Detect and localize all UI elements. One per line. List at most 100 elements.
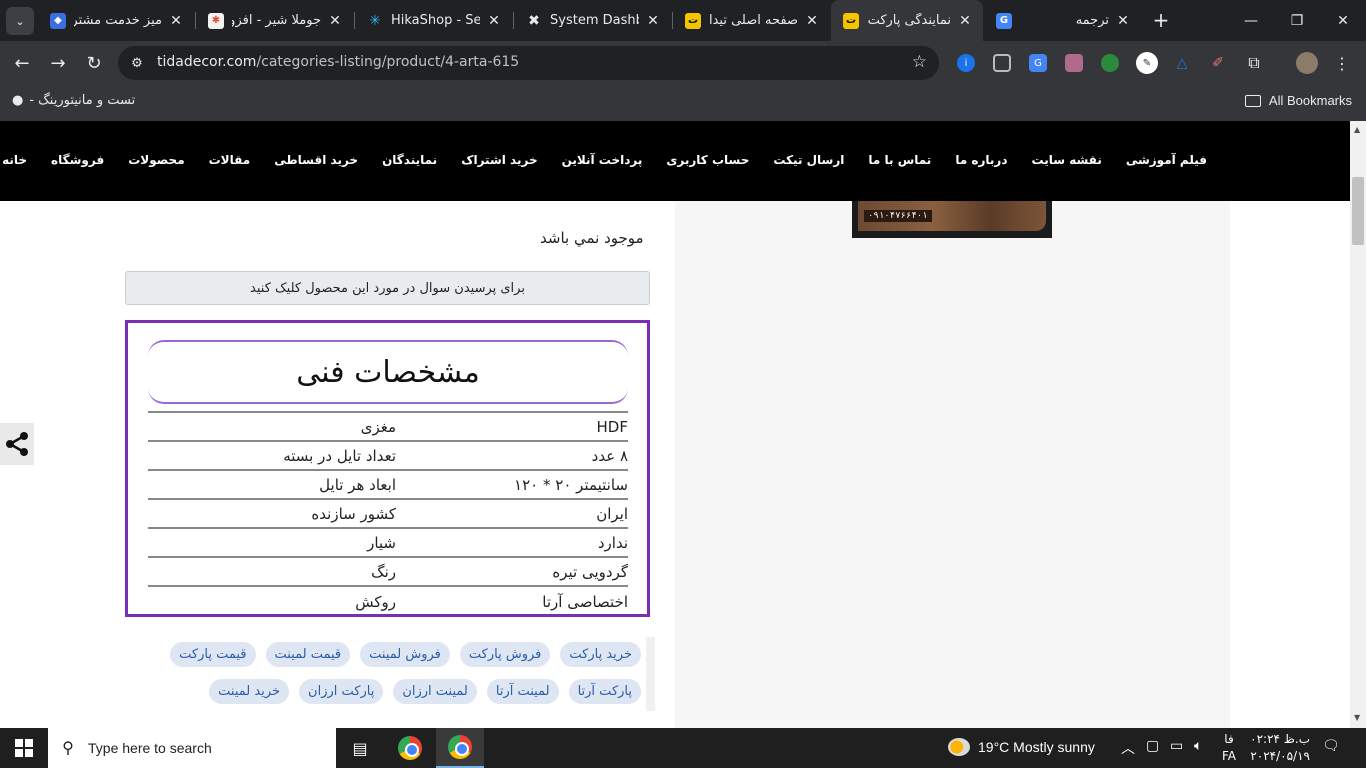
meet-icon[interactable]: ▢ bbox=[1146, 738, 1159, 754]
tab-hikashop[interactable]: ✳ HikaShop - Search ✕ bbox=[355, 0, 512, 41]
tab-title: جوملا شیر - افزونه bbox=[232, 13, 321, 28]
extension-icon[interactable] bbox=[993, 54, 1011, 72]
menu-item[interactable]: فیلم آموزشی bbox=[1126, 153, 1207, 167]
menu-item[interactable]: خرید اقساطی bbox=[274, 153, 358, 167]
translate-extension-icon[interactable]: G bbox=[1029, 54, 1047, 72]
page-scrollbar[interactable]: ▲ ▼ bbox=[1350, 121, 1366, 728]
clock[interactable]: ب.ظ ۰۲:۲۴ ۲۰۲۴/۰۵/۱۹ bbox=[1250, 731, 1310, 765]
language-indicator[interactable]: فا FA bbox=[1222, 731, 1236, 765]
close-window-button[interactable]: ✕ bbox=[1320, 0, 1366, 41]
spec-key: رنگ bbox=[371, 562, 396, 581]
tab-parket-agency[interactable]: ت نمایندگی پارکت لمینت ✕ bbox=[831, 0, 983, 41]
tag-link[interactable]: قیمت لمینت bbox=[265, 642, 351, 667]
site-info-icon[interactable]: ⚙ bbox=[126, 52, 148, 74]
scroll-up-icon[interactable]: ▲ bbox=[1354, 125, 1360, 134]
tab-system-dashboard[interactable]: ✖ System Dashboard ✕ bbox=[514, 0, 671, 41]
tab-joomla-share[interactable]: ✱ جوملا شیر - افزونه ✕ bbox=[196, 0, 353, 41]
profile-avatar[interactable] bbox=[1296, 52, 1318, 74]
tab-title: System Dashboard bbox=[550, 13, 639, 28]
close-icon[interactable]: ✕ bbox=[955, 11, 975, 31]
close-icon[interactable]: ✕ bbox=[325, 11, 345, 31]
scroll-down-icon[interactable]: ▼ bbox=[1354, 713, 1360, 722]
site-navbar: خانه فروشگاه محصولات مقالات خرید اقساطی نماین… bbox=[0, 121, 1350, 201]
tag-link[interactable]: خرید لمینت bbox=[209, 679, 290, 704]
bookmarks-bar: تست و مانیتورینگ - ● All Bookmarks bbox=[0, 85, 1366, 121]
folder-icon bbox=[1244, 94, 1261, 107]
tag-link[interactable]: پارکت آرتا bbox=[568, 679, 641, 704]
close-icon[interactable]: ✕ bbox=[643, 11, 663, 31]
weather-widget[interactable]: 19°C Mostly sunny bbox=[948, 738, 1095, 756]
restore-button[interactable]: ❐ bbox=[1274, 0, 1320, 41]
battery-icon[interactable]: ▭ bbox=[1170, 738, 1183, 754]
scroll-thumb[interactable] bbox=[1352, 177, 1364, 245]
tag-link[interactable]: فروش پارکت bbox=[459, 642, 551, 667]
menu-item[interactable]: ارسال تیکت bbox=[773, 153, 844, 167]
menu-item[interactable]: پرداخت آنلاین bbox=[562, 153, 643, 167]
task-view-icon[interactable]: ▤ bbox=[336, 728, 384, 768]
share-icon bbox=[6, 432, 28, 456]
tab-translate[interactable]: G ترجمه ✕ bbox=[984, 0, 1141, 41]
reload-button[interactable]: ↻ bbox=[80, 49, 108, 77]
tag-link[interactable]: خرید پارکت bbox=[560, 642, 641, 667]
all-bookmarks-label: All Bookmarks bbox=[1268, 93, 1352, 108]
start-button[interactable] bbox=[0, 728, 48, 768]
volume-icon[interactable]: 🔈︎ bbox=[1194, 738, 1202, 754]
menu-item[interactable]: خانه bbox=[2, 153, 27, 167]
show-hidden-icons[interactable]: ︿ bbox=[1121, 738, 1135, 758]
url-text[interactable]: tidadecor.com/categories-listing/product… bbox=[157, 54, 519, 70]
extensions-puzzle-icon[interactable]: ⧉ bbox=[1245, 53, 1263, 72]
close-icon[interactable]: ✕ bbox=[166, 11, 186, 31]
spec-row: سانتیمتر ۲۰ * ۱۲۰ ابعاد هر تایل bbox=[148, 471, 628, 500]
drive-extension-icon[interactable]: △ bbox=[1173, 54, 1191, 72]
menu-kebab-icon[interactable]: ⋮ bbox=[1333, 54, 1351, 73]
tab-tida-home[interactable]: ت صفحه اصلی تیدا ✕ bbox=[673, 0, 830, 41]
extension-icon[interactable]: i bbox=[957, 54, 975, 72]
notification-icon[interactable]: 🗨︎ bbox=[1322, 738, 1340, 754]
x-logo-icon: ✖ bbox=[528, 12, 540, 29]
spec-value: ۸ عدد bbox=[591, 446, 628, 465]
extension-icon[interactable] bbox=[1065, 54, 1083, 72]
contact-banner[interactable]: ۰۹۱۰۴۷۶۶۴۰۱ bbox=[852, 201, 1052, 238]
minimize-button[interactable]: — bbox=[1228, 0, 1274, 41]
share-button[interactable] bbox=[0, 423, 34, 465]
menu-item[interactable]: خرید اشتراک bbox=[461, 153, 537, 167]
spec-key: مغزی bbox=[360, 417, 396, 436]
menu-item[interactable]: نقشه سایت bbox=[1032, 153, 1102, 167]
tag-link[interactable]: فروش لمینت bbox=[360, 642, 450, 667]
color-picker-icon[interactable]: ✐ bbox=[1209, 54, 1227, 72]
menu-item[interactable]: حساب کاربری bbox=[666, 153, 749, 167]
menu-item[interactable]: محصولات bbox=[128, 153, 184, 167]
new-tab-button[interactable]: + bbox=[1150, 8, 1172, 32]
lang-bottom: FA bbox=[1222, 749, 1237, 763]
menu-item[interactable]: فروشگاه bbox=[51, 153, 104, 167]
ask-question-button[interactable]: برای پرسیدن سوال در مورد این محصول کلیک … bbox=[125, 271, 650, 305]
close-icon[interactable]: ✕ bbox=[1113, 11, 1133, 31]
bookmark-star-icon[interactable]: ☆ bbox=[912, 52, 927, 72]
close-icon[interactable]: ✕ bbox=[484, 11, 504, 31]
bookmark-item[interactable]: تست و مانیتورینگ - ● bbox=[12, 93, 135, 108]
spec-value: ندارد bbox=[597, 533, 628, 552]
tab-search-button[interactable]: ⌄ bbox=[6, 7, 34, 35]
tag-link[interactable]: پارکت ارزان bbox=[299, 679, 384, 704]
all-bookmarks[interactable]: All Bookmarks bbox=[1244, 93, 1352, 108]
tab-customer-service[interactable]: ◆ میز خدمت مشتریان ✕ bbox=[38, 0, 194, 41]
menu-item[interactable]: مقالات bbox=[209, 153, 251, 167]
menu-item[interactable]: نمایندگان bbox=[382, 153, 437, 167]
pen-extension-icon[interactable]: ✎ bbox=[1136, 52, 1158, 74]
close-icon[interactable]: ✕ bbox=[802, 11, 822, 31]
tag-link[interactable]: لمینت ارزان bbox=[393, 679, 477, 704]
taskbar-search[interactable]: ⚲ Type here to search bbox=[48, 728, 336, 768]
spec-row: گردویی تیره رنگ bbox=[148, 558, 628, 587]
spec-value: HDF bbox=[596, 417, 628, 436]
chrome-taskbar-icon[interactable] bbox=[386, 728, 434, 768]
forward-button[interactable]: → bbox=[44, 49, 72, 77]
menu-item[interactable]: تماس با ما bbox=[868, 153, 931, 167]
tag-link[interactable]: قیمت پارکت bbox=[170, 642, 256, 667]
tag-link[interactable]: لمینت آرتا bbox=[486, 679, 559, 704]
address-bar[interactable]: ⚙ tidadecor.com/categories-listing/produ… bbox=[118, 46, 939, 80]
menu-item[interactable]: درباره ما bbox=[955, 153, 1007, 167]
back-button[interactable]: ← bbox=[8, 49, 36, 77]
chrome-profile-taskbar-icon[interactable] bbox=[436, 728, 484, 768]
extension-icon[interactable] bbox=[1101, 54, 1119, 72]
spec-value: سانتیمتر ۲۰ * ۱۲۰ bbox=[514, 475, 628, 494]
